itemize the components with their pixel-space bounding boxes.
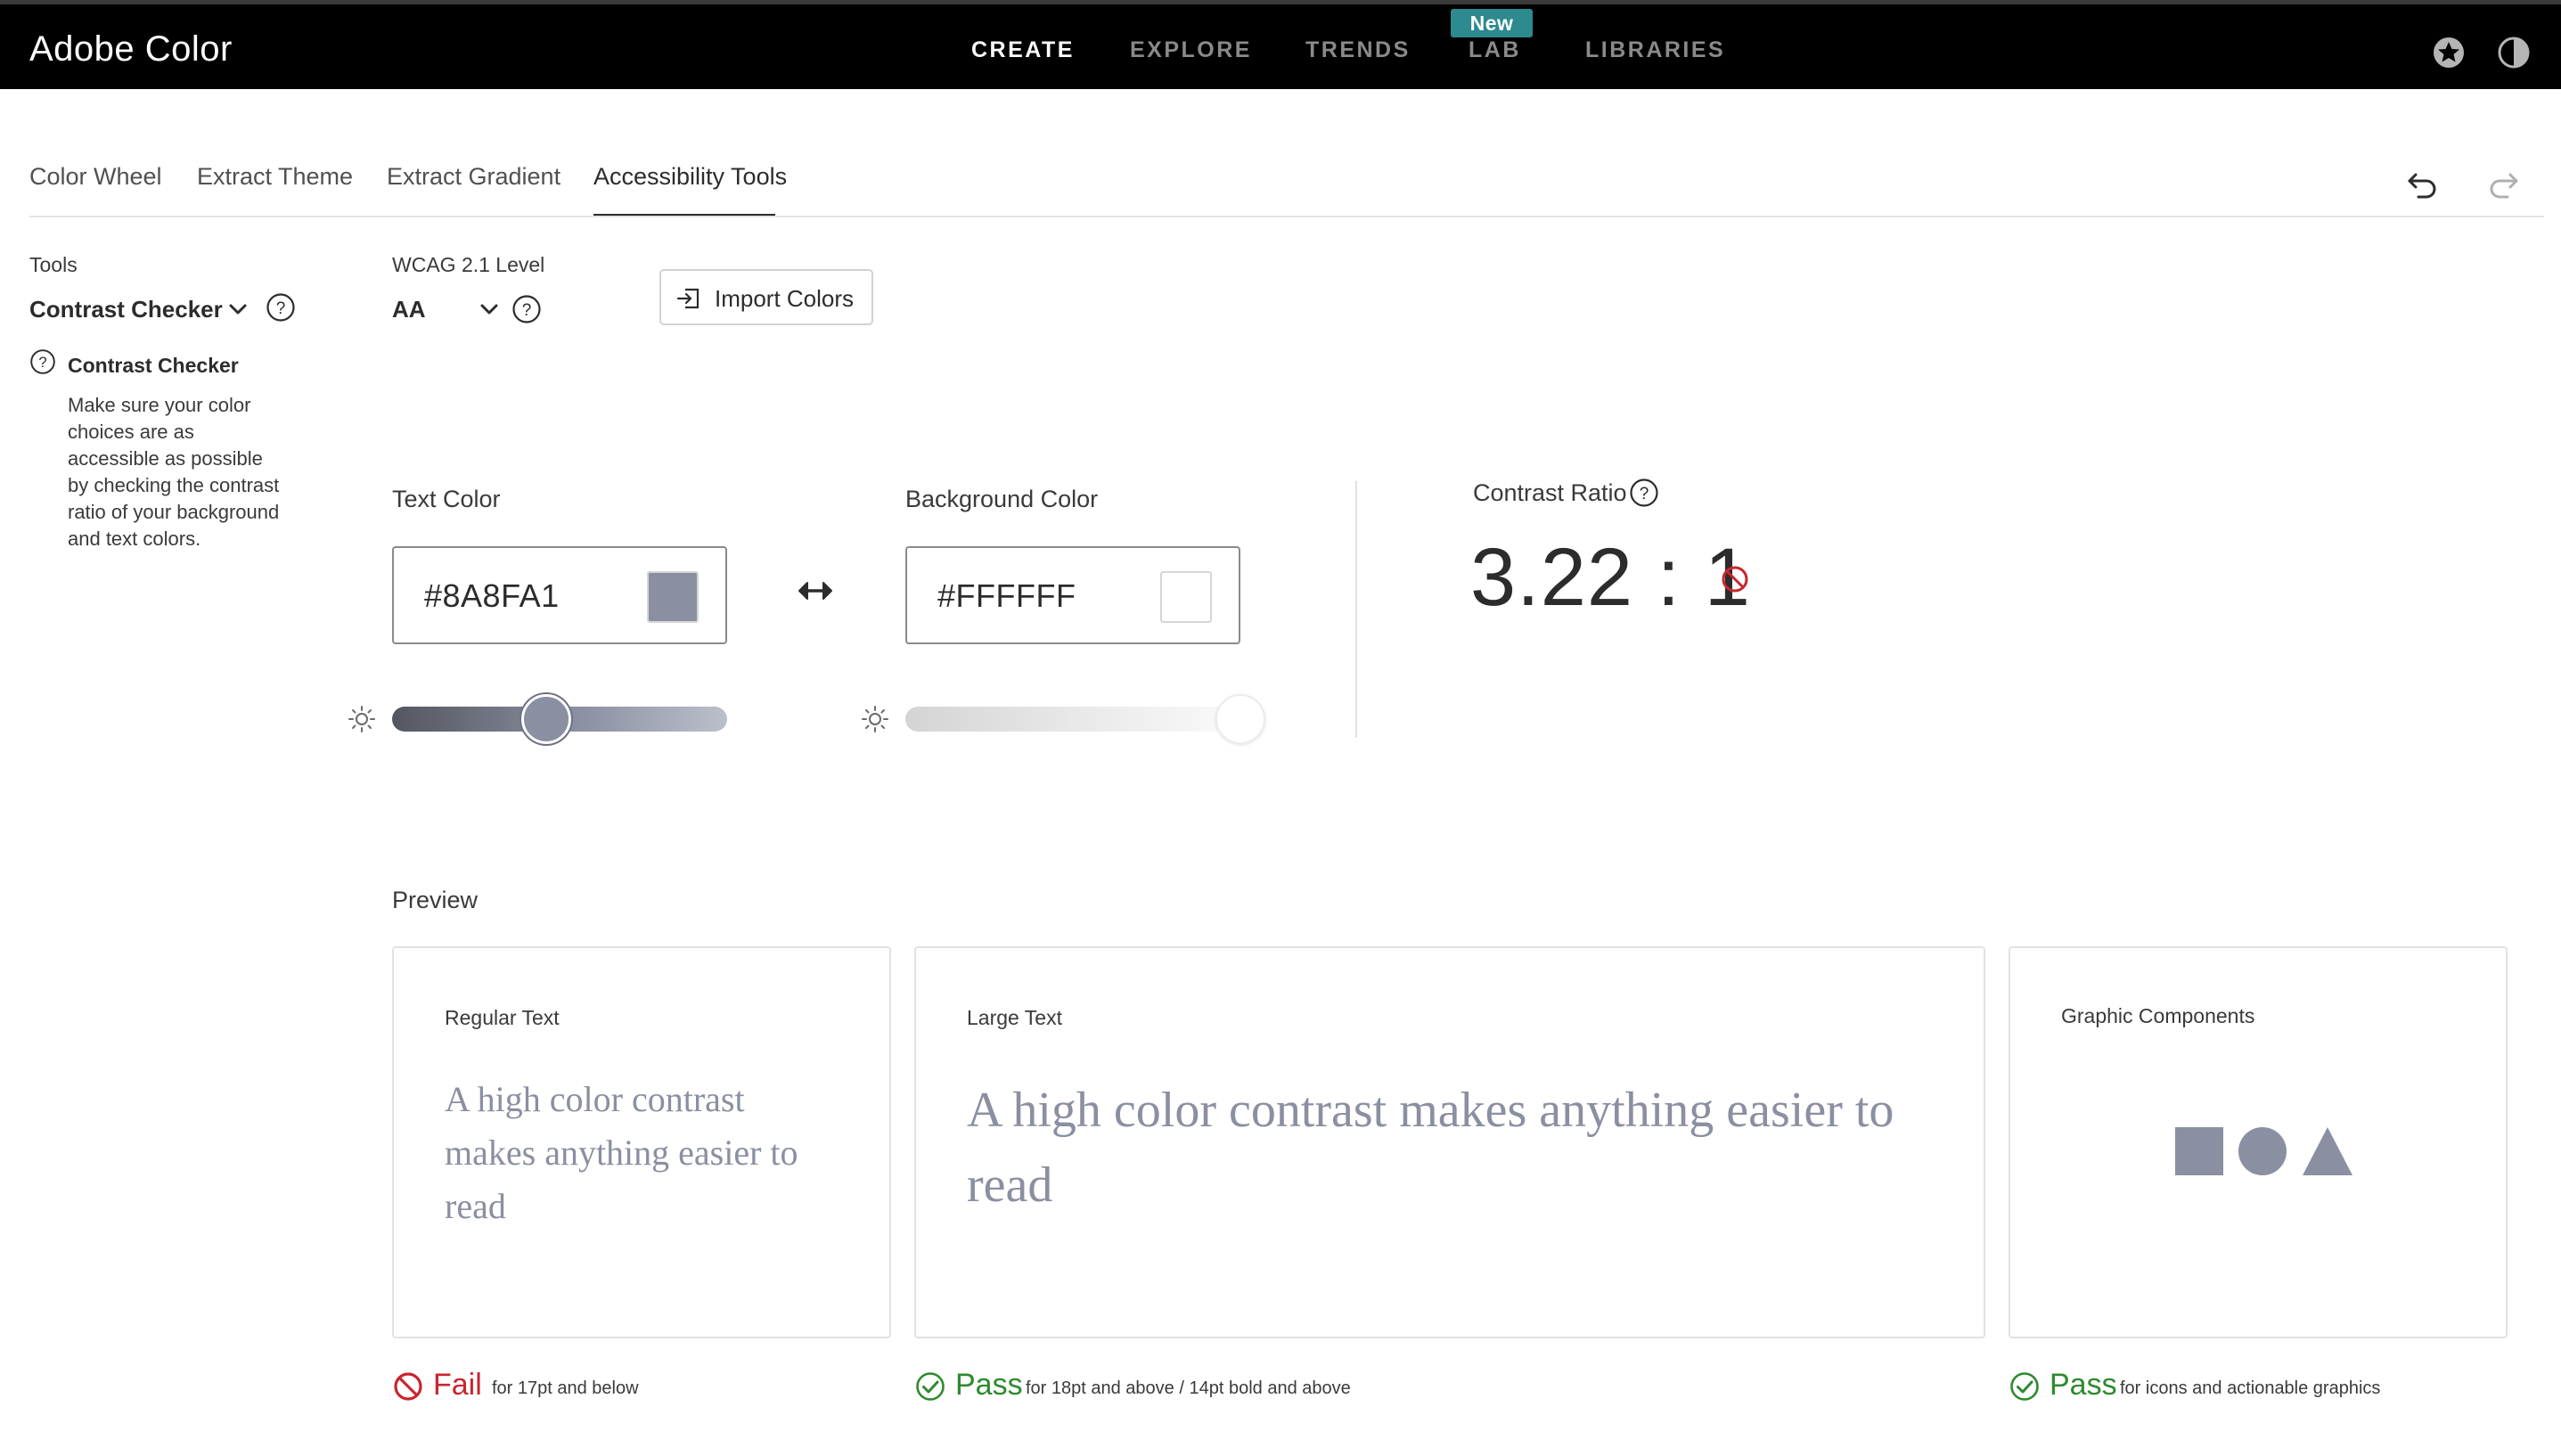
nav-lab[interactable]: LAB [1469, 37, 1521, 63]
pass-icon [2010, 1372, 2039, 1401]
large-text-criteria: for 18pt and above / 14pt bold and above [1026, 1378, 1351, 1398]
tab-color-wheel[interactable]: Color Wheel [29, 163, 162, 191]
graphic-components-status: Pass [2050, 1368, 2117, 1402]
regular-text-criteria: for 17pt and below [492, 1378, 639, 1398]
theme-toggle-icon[interactable] [2497, 36, 2531, 70]
triangle-shape-icon [2303, 1127, 2352, 1175]
graphic-shapes [2175, 1127, 2352, 1175]
text-brightness-thumb[interactable] [520, 694, 571, 744]
top-bar: Adobe Color CREATE EXPLORE TRENDS New LA… [0, 0, 2561, 89]
text-color-field[interactable]: #8A8FA1 [392, 546, 727, 644]
wcag-help-icon[interactable]: ? [511, 294, 542, 324]
app-logo[interactable]: Adobe Color [29, 29, 233, 70]
info-title: Contrast Checker [68, 354, 239, 377]
background-color-label: Background Color [905, 486, 1099, 512]
import-colors-button[interactable]: Import Colors [659, 269, 873, 325]
large-text-sample: A high color contrast makes anything eas… [967, 1083, 1894, 1213]
text-color-swatch[interactable] [647, 571, 699, 623]
graphic-components-card: Graphic Components [2009, 946, 2508, 1338]
regular-text-status: Fail [433, 1368, 482, 1402]
wcag-label: WCAG 2.1 Level [392, 253, 545, 276]
nav-trends[interactable]: TRENDS [1305, 37, 1411, 63]
regular-text-title: Regular Text [445, 1006, 560, 1029]
tab-accessibility-tools[interactable]: Accessibility Tools [593, 163, 787, 191]
brightness-icon [348, 706, 375, 732]
background-brightness-thumb[interactable] [1215, 694, 1265, 744]
regular-text-sample: A high color contrast makes anything eas… [445, 1079, 798, 1226]
preview-label: Preview [392, 887, 479, 913]
contrast-ratio-value: 3.22 : 1 [1470, 532, 1751, 623]
import-colors-label: Import Colors [715, 285, 855, 312]
square-shape-icon [2175, 1127, 2223, 1175]
contrast-help-icon[interactable]: ? [1629, 478, 1659, 508]
svg-text:?: ? [276, 299, 286, 318]
large-text-status: Pass [955, 1368, 1023, 1402]
swap-colors-icon[interactable] [796, 575, 835, 607]
large-text-card: Large Text A high color contrast makes a… [914, 946, 1985, 1338]
undo-icon[interactable] [2405, 166, 2441, 201]
text-color-label: Text Color [392, 486, 501, 512]
nav-libraries[interactable]: LIBRARIES [1585, 37, 1725, 63]
chevron-down-icon[interactable] [226, 298, 250, 321]
large-text-title: Large Text [967, 1006, 1062, 1029]
regular-text-card: Regular Text A high color contrast makes… [392, 946, 891, 1338]
nav-explore[interactable]: EXPLORE [1130, 37, 1252, 63]
tab-extract-gradient[interactable]: Extract Gradient [387, 163, 560, 191]
redo-icon[interactable] [2485, 166, 2521, 201]
pass-icon [916, 1372, 945, 1401]
info-description: Make sure your color choices are as acce… [68, 394, 280, 550]
tool-select[interactable]: Contrast Checker [29, 296, 223, 323]
background-color-swatch[interactable] [1160, 571, 1212, 623]
background-color-hex[interactable]: #FFFFFF [937, 577, 1076, 615]
section-divider [1355, 481, 1357, 738]
wcag-select[interactable]: AA [392, 296, 426, 323]
fail-icon [394, 1372, 422, 1401]
tab-extract-theme[interactable]: Extract Theme [197, 163, 353, 191]
tools-label: Tools [29, 253, 78, 276]
svg-text:?: ? [38, 354, 46, 371]
circle-shape-icon [2238, 1127, 2287, 1175]
svg-text:?: ? [522, 301, 532, 320]
graphic-components-criteria: for icons and actionable graphics [2120, 1378, 2381, 1398]
tools-help-icon[interactable]: ? [266, 292, 296, 323]
fail-icon [1722, 566, 1748, 593]
nav-create[interactable]: CREATE [971, 37, 1075, 63]
background-brightness-slider[interactable] [905, 707, 1240, 732]
star-badge-icon[interactable] [2432, 36, 2466, 70]
graphic-components-title: Graphic Components [2061, 1004, 2255, 1027]
svg-text:?: ? [1640, 485, 1649, 503]
chevron-down-icon[interactable] [478, 298, 501, 321]
info-help-icon: ? [30, 349, 55, 374]
brightness-icon [862, 706, 888, 732]
new-badge: New [1451, 9, 1533, 37]
background-color-field[interactable]: #FFFFFF [905, 546, 1240, 644]
contrast-ratio-label: Contrast Ratio [1473, 479, 1627, 506]
text-color-hex[interactable]: #8A8FA1 [424, 577, 560, 615]
import-icon [676, 288, 700, 309]
tabs-divider [29, 216, 2544, 217]
